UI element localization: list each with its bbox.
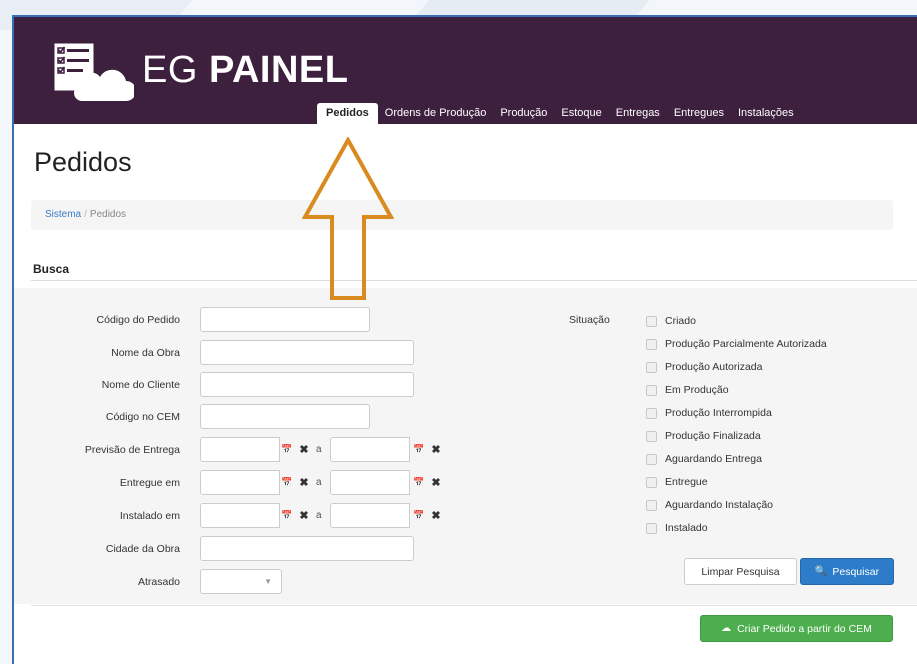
breadcrumb-current: Pedidos xyxy=(89,209,127,220)
label-nome-obra: Nome da Obra xyxy=(111,347,180,359)
close-icon[interactable]: ✖ xyxy=(298,503,310,528)
app-header: EG PAINEL Pedidos Ordens de Produção Pro… xyxy=(14,17,917,124)
close-icon[interactable]: ✖ xyxy=(298,437,310,462)
previsao-entrega-from-input[interactable] xyxy=(200,437,280,462)
breadcrumb-separator: / xyxy=(84,209,87,220)
brand-prefix: EG xyxy=(142,49,209,91)
checkbox-box[interactable] xyxy=(646,338,657,350)
label-entregue-em: Entregue em xyxy=(119,477,180,489)
atrasado-select[interactable]: ▼ xyxy=(200,569,282,594)
nome-obra-input[interactable] xyxy=(200,340,414,365)
checkbox-criado[interactable]: Criado xyxy=(646,314,696,328)
entregue-em-to-input[interactable] xyxy=(330,470,410,495)
tab-entregues[interactable]: Entregues xyxy=(667,103,731,124)
label-cidade-obra: Cidade da Obra xyxy=(105,543,180,555)
breadcrumb: Sistema / Pedidos xyxy=(31,200,893,230)
page-title: Pedidos xyxy=(34,147,132,177)
checkbox-box[interactable] xyxy=(646,522,657,534)
checkbox-aguardando-entrega[interactable]: Aguardando Entrega xyxy=(646,452,762,466)
search-button-label: Pesquisar xyxy=(832,565,880,578)
instalado-em-from-input[interactable] xyxy=(200,503,280,528)
checklist-cloud-icon xyxy=(53,42,134,101)
label-situacao: Situação xyxy=(569,314,610,326)
checkbox-label: Em Produção xyxy=(665,384,729,396)
range-separator: a xyxy=(316,510,322,521)
checkbox-label: Aguardando Instalação xyxy=(665,499,773,511)
calendar-icon[interactable]: 📅 xyxy=(278,437,296,462)
checkbox-producao-autorizada[interactable]: Produção Autorizada xyxy=(646,360,762,374)
checkbox-label: Criado xyxy=(665,315,696,327)
checkbox-em-producao[interactable]: Em Produção xyxy=(646,383,729,397)
tab-instalacoes[interactable]: Instalações xyxy=(731,103,801,124)
checkbox-box[interactable] xyxy=(646,499,657,511)
label-codigo-pedido: Código do Pedido xyxy=(96,314,180,326)
label-codigo-cem: Código no CEM xyxy=(105,411,180,423)
nome-cliente-input[interactable] xyxy=(200,372,414,397)
label-previsao-entrega: Previsão de Entrega xyxy=(84,444,180,456)
arrow-up-icon xyxy=(302,137,394,300)
checkbox-label: Produção Interrompida xyxy=(665,407,772,419)
instalado-em-to-input[interactable] xyxy=(330,503,410,528)
main-nav: Pedidos Ordens de Produção Produção Esto… xyxy=(317,103,801,124)
app-window: EG PAINEL Pedidos Ordens de Produção Pro… xyxy=(12,15,917,664)
previsao-entrega-to-input[interactable] xyxy=(330,437,410,462)
checkbox-producao-finalizada[interactable]: Produção Finalizada xyxy=(646,429,761,443)
label-nome-cliente: Nome do Cliente xyxy=(101,379,180,391)
checkbox-label: Produção Finalizada xyxy=(665,430,761,442)
checkbox-entregue[interactable]: Entregue xyxy=(646,475,708,489)
range-separator: a xyxy=(316,477,322,488)
clear-search-button[interactable]: Limpar Pesquisa xyxy=(684,558,797,585)
tab-estoque[interactable]: Estoque xyxy=(554,103,608,124)
calendar-icon[interactable]: 📅 xyxy=(410,470,428,495)
search-button[interactable]: 🔍 Pesquisar xyxy=(800,558,894,585)
codigo-cem-input[interactable] xyxy=(200,404,370,429)
checkbox-box[interactable] xyxy=(646,407,657,419)
close-icon[interactable]: ✖ xyxy=(430,503,442,528)
label-atrasado: Atrasado xyxy=(137,576,180,588)
checkbox-aguardando-instalacao[interactable]: Aguardando Instalação xyxy=(646,498,773,512)
create-order-label: Criar Pedido a partir do CEM xyxy=(737,622,872,635)
create-order-from-cem-button[interactable]: ☁ Criar Pedido a partir do CEM xyxy=(700,615,893,642)
chevron-down-icon: ▼ xyxy=(264,577,272,586)
tab-ordens-de-producao[interactable]: Ordens de Produção xyxy=(378,103,494,124)
cidade-obra-input[interactable] xyxy=(200,536,414,561)
close-icon[interactable]: ✖ xyxy=(430,437,442,462)
tab-entregas[interactable]: Entregas xyxy=(609,103,667,124)
checkbox-label: Aguardando Entrega xyxy=(665,453,762,465)
calendar-icon[interactable]: 📅 xyxy=(410,503,428,528)
tab-producao[interactable]: Produção xyxy=(493,103,554,124)
calendar-icon[interactable]: 📅 xyxy=(410,437,428,462)
cloud-upload-icon: ☁ xyxy=(721,623,732,634)
codigo-pedido-input[interactable] xyxy=(200,307,370,332)
checkbox-label: Instalado xyxy=(665,522,708,534)
checkbox-label: Produção Parcialmente Autorizada xyxy=(665,338,827,350)
brand-title: EG PAINEL xyxy=(142,49,349,92)
checkbox-label: Entregue xyxy=(665,476,708,488)
range-separator: a xyxy=(316,444,322,455)
section-divider xyxy=(31,280,917,281)
checkbox-box[interactable] xyxy=(646,361,657,373)
tab-pedidos[interactable]: Pedidos xyxy=(317,103,378,124)
checkbox-box[interactable] xyxy=(646,315,657,327)
checkbox-label: Produção Autorizada xyxy=(665,361,763,373)
label-instalado-em: Instalado em xyxy=(119,510,180,522)
close-icon[interactable]: ✖ xyxy=(298,470,310,495)
entregue-em-from-input[interactable] xyxy=(200,470,280,495)
form-bottom-divider xyxy=(31,605,917,606)
search-section-title: Busca xyxy=(33,262,70,276)
search-icon: 🔍 xyxy=(814,566,828,577)
checkbox-box[interactable] xyxy=(646,476,657,488)
checkbox-instalado[interactable]: Instalado xyxy=(646,521,708,535)
close-icon[interactable]: ✖ xyxy=(430,470,442,495)
brand-bold: PAINEL xyxy=(208,49,349,91)
checkbox-producao-parcialmente-autorizada[interactable]: Produção Parcialmente Autorizada xyxy=(646,337,827,351)
checkbox-box[interactable] xyxy=(646,384,657,396)
calendar-icon[interactable]: 📅 xyxy=(278,470,296,495)
checkbox-box[interactable] xyxy=(646,453,657,465)
checkbox-producao-interrompida[interactable]: Produção Interrompida xyxy=(646,406,772,420)
checkbox-box[interactable] xyxy=(646,430,657,442)
calendar-icon[interactable]: 📅 xyxy=(278,503,296,528)
breadcrumb-link-sistema[interactable]: Sistema xyxy=(45,209,81,220)
